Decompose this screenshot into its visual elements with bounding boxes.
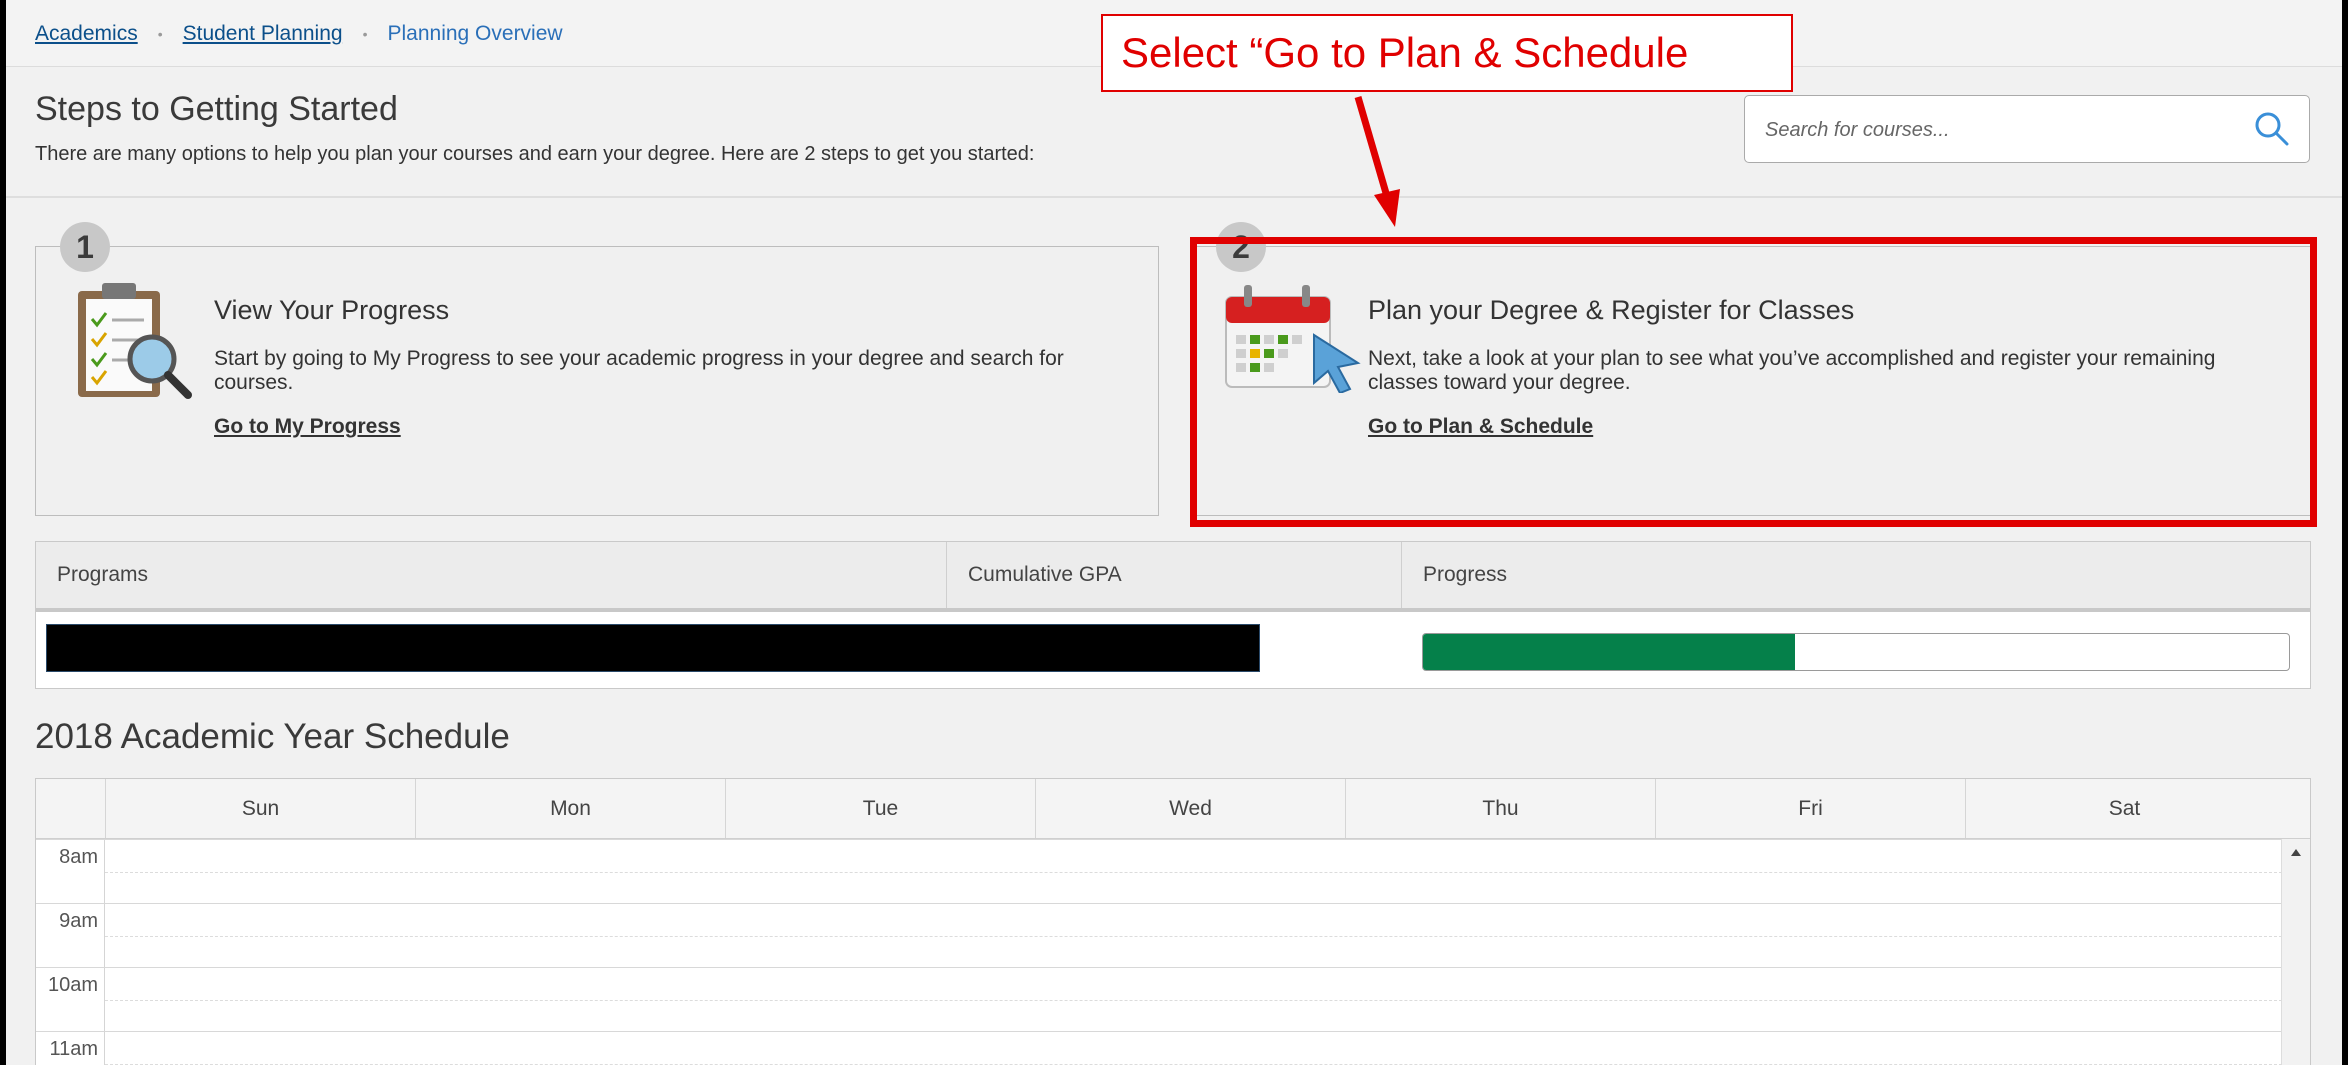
window-border-right	[2342, 0, 2348, 1065]
search-input[interactable]	[1763, 110, 2237, 150]
time-row[interactable]: 10am	[36, 967, 2282, 1032]
step-card-progress: View Your Progress Start by going to My …	[35, 246, 1159, 516]
degree-progress-bar	[1422, 633, 2290, 671]
step-number-badge: 1	[60, 222, 110, 272]
search-icon[interactable]	[2253, 110, 2291, 148]
clipboard-magnifier-icon	[78, 283, 192, 399]
half-hour-divider	[105, 872, 2282, 873]
day-header-sun: Sun	[105, 779, 415, 838]
schedule-calendar: Sun Mon Tue Wed Thu Fri Sat 8am 9am 10am 11am	[35, 778, 2311, 1065]
schedule-title: 2018 Academic Year Schedule	[35, 717, 510, 756]
breadcrumb-current: Planning Overview	[387, 22, 563, 45]
column-header-programs: Programs	[36, 542, 947, 608]
programs-table: Programs Cumulative GPA Progress	[35, 541, 2311, 689]
time-row[interactable]: 8am	[36, 839, 2282, 904]
progress-fill	[1423, 634, 1796, 670]
breadcrumb-student-planning[interactable]: Student Planning	[183, 22, 343, 46]
breadcrumb: Academics • Student Planning • Planning …	[35, 22, 563, 46]
schedule-day-header: Sun Mon Tue Wed Thu Fri Sat	[36, 779, 2310, 839]
time-label: 9am	[36, 904, 105, 968]
course-search	[1744, 95, 2310, 163]
time-label: 10am	[36, 968, 105, 1032]
time-row[interactable]: 9am	[36, 903, 2282, 968]
day-header-tue: Tue	[725, 779, 1035, 838]
annotation-arrow-icon	[1354, 96, 1400, 227]
annotation-highlight-box	[1190, 237, 2317, 527]
day-header-fri: Fri	[1655, 779, 1965, 838]
schedule-scrollbar[interactable]	[2281, 839, 2310, 1065]
column-header-progress: Progress	[1423, 563, 1508, 586]
column-header-gpa: Cumulative GPA	[947, 542, 1402, 608]
step-description: Start by going to My Progress to see you…	[214, 347, 1064, 394]
half-hour-divider	[105, 936, 2282, 937]
scroll-up-arrow-icon[interactable]	[2291, 849, 2301, 856]
half-hour-divider	[105, 1000, 2282, 1001]
breadcrumb-academics[interactable]: Academics	[35, 22, 138, 46]
time-label: 8am	[36, 840, 105, 904]
page-subtitle: There are many options to help you plan …	[35, 143, 1035, 165]
window-border-left	[0, 0, 6, 1065]
redacted-program-name	[46, 624, 1260, 672]
time-label: 11am	[36, 1032, 105, 1065]
breadcrumb-separator: •	[157, 26, 163, 42]
page-title: Steps to Getting Started	[35, 90, 398, 128]
annotation-callout: Select “Go to Plan & Schedule	[1101, 14, 1793, 92]
go-to-my-progress-link[interactable]: Go to My Progress	[214, 415, 401, 439]
day-header-thu: Thu	[1345, 779, 1655, 838]
day-header-wed: Wed	[1035, 779, 1345, 838]
breadcrumb-separator: •	[362, 26, 368, 42]
header-divider	[6, 196, 2342, 198]
day-header-mon: Mon	[415, 779, 725, 838]
time-row[interactable]: 11am	[36, 1031, 2282, 1065]
step-title: View Your Progress	[214, 295, 450, 325]
day-header-sat: Sat	[1965, 779, 2283, 838]
programs-table-header: Programs Cumulative GPA Progress	[36, 542, 2310, 612]
